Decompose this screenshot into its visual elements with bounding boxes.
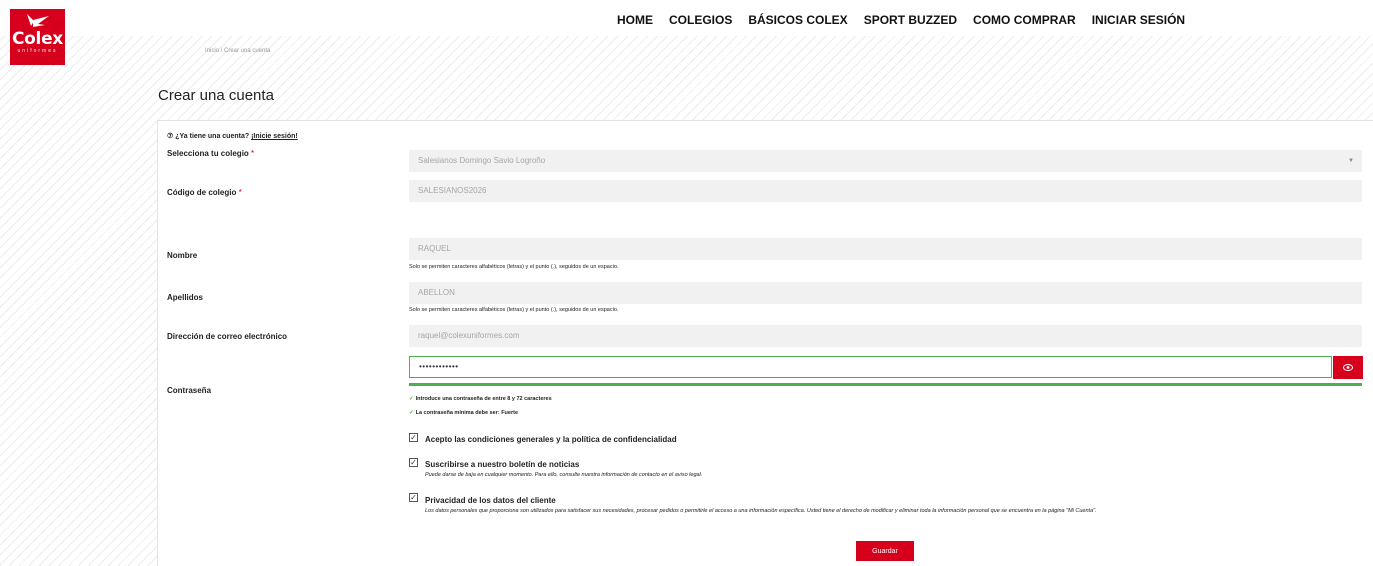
password-rule-text: Introduce una contraseña de entre 8 y 72… [415,396,552,402]
terms-checkbox[interactable]: ✓ [409,433,418,442]
last-name-value: ABELLON [418,288,455,297]
eye-icon [1343,364,1353,371]
school-code-field[interactable]: SALESIANOS2026 [409,180,1362,202]
password-rule: ✓ La contraseña mínima debe ser: Fuerte [409,410,518,416]
nav-home[interactable]: HOME [617,13,653,27]
save-button[interactable]: Guardar [856,541,914,561]
code-label-text: Código de colegio [167,188,237,197]
privacy-description: Los datos personales que proporciona son… [425,508,1097,514]
school-code-value: SALESIANOS2026 [418,186,487,195]
first-name-value: RAQUEL [418,244,451,253]
privacy-label: Privacidad de los datos del cliente [425,496,556,505]
newsletter-description: Puede darse de baja en cualquier momento… [425,472,703,478]
colex-logo[interactable]: Colex uniformes [10,9,65,65]
show-password-button[interactable] [1333,356,1363,379]
login-hint: ⑦ ¿Ya tiene una cuenta? ¡Inicie sesión! [167,132,298,140]
last-name-help: Solo se permiten caracteres alfabéticos … [409,307,619,313]
logo-brand: Colex [12,29,63,49]
check-icon: ✓ [409,396,414,402]
password-label: Contraseña [167,386,212,395]
check-icon: ✓ [409,410,414,416]
email-label: Dirección de correo electrónico [167,332,288,341]
school-select-value: Salesianos Domingo Savio Logroño [418,156,546,165]
required-mark: * [238,188,242,197]
nav-colegios[interactable]: COLEGIOS [669,13,732,27]
school-label-text: Selecciona tu colegio [167,149,249,158]
code-label: Código de colegio * [167,188,242,197]
password-rule: ✓ Introduce una contraseña de entre 8 y 7… [409,396,552,402]
newsletter-label: Suscribirse a nuestro boletín de noticia… [425,460,580,469]
nav-sport-buzzed[interactable]: SPORT BUZZED [864,13,957,27]
nav-como-comprar[interactable]: COMO COMPRAR [973,13,1076,27]
first-name-help: Solo se permiten caracteres alfabéticos … [409,264,619,270]
password-field[interactable]: •••••••••••• [409,356,1332,378]
password-rule-text: La contraseña mínima debe ser: Fuerte [415,410,519,416]
school-select[interactable]: Salesianos Domingo Savio Logroño ▼ [409,150,1362,172]
password-strength-bar [409,383,1362,386]
required-mark: * [251,149,255,158]
email-field[interactable]: raquel@colexuniformes.com [409,325,1362,347]
breadcrumb[interactable]: Inicio / Crear una cuenta [205,48,270,54]
last-name-field[interactable]: ABELLON [409,282,1362,304]
nav-iniciar-sesion[interactable]: INICIAR SESIÓN [1092,13,1185,27]
last-name-label: Apellidos [167,293,204,302]
login-hint-text: ⑦ ¿Ya tiene una cuenta? [167,133,252,140]
logo-subtitle: uniformes [17,48,58,54]
privacy-checkbox[interactable]: ✓ [409,493,418,502]
bird-logo-icon [26,14,49,27]
page-title: Crear una cuenta [158,87,274,104]
login-link[interactable]: ¡Inicie sesión! [251,133,298,140]
main-nav: HOME COLEGIOS BÁSICOS COLEX SPORT BUZZED… [617,13,1185,27]
school-label: Selecciona tu colegio * [167,149,254,158]
terms-label: Acepto las condiciones generales y la po… [425,435,677,444]
chevron-down-icon: ▼ [1348,158,1354,164]
first-name-label: Nombre [167,251,198,260]
nav-basicos-colex[interactable]: BÁSICOS COLEX [748,13,847,27]
first-name-field[interactable]: RAQUEL [409,238,1362,260]
email-value: raquel@colexuniformes.com [418,331,520,340]
newsletter-checkbox[interactable]: ✓ [409,458,418,467]
